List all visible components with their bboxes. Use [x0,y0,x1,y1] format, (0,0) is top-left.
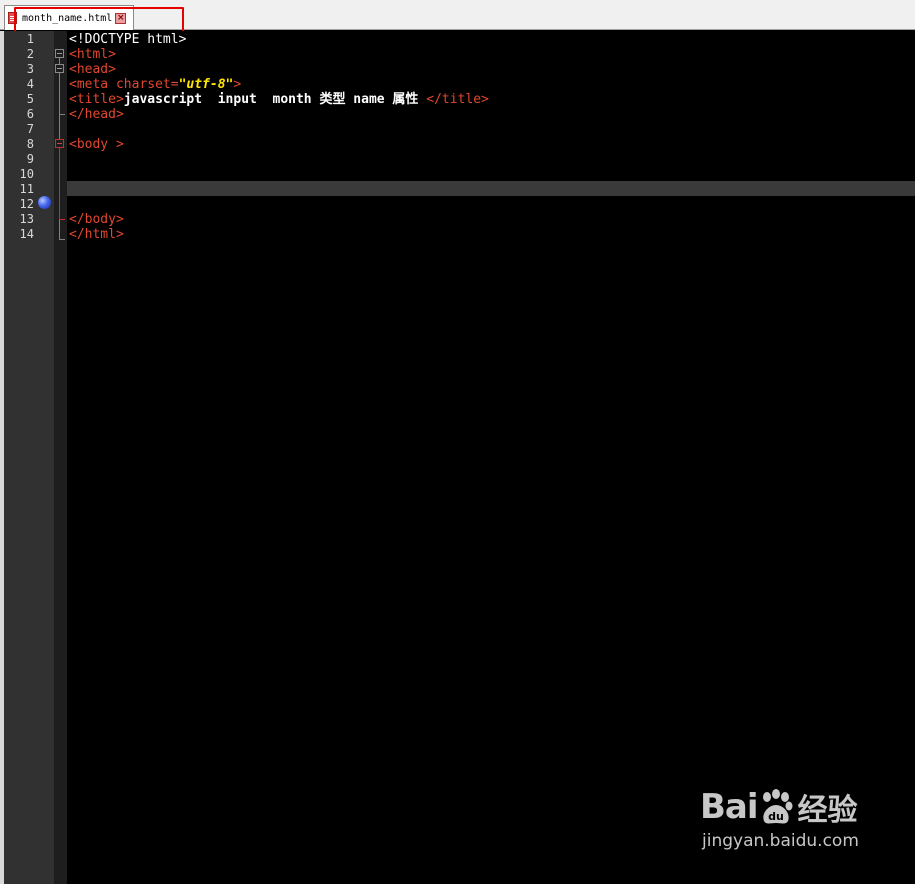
fold-margin[interactable] [54,31,67,884]
code-line-3: <head> [69,62,116,77]
code-line-2: <html> [69,47,116,62]
code-line-13: </body> [69,212,124,227]
head-close-tag: </head> [69,107,124,122]
code-line-5: <title>javascript input month 类型 name 属性… [69,92,489,107]
charset-value: "utf-8" [178,77,234,92]
line-number: 8 [26,137,34,151]
line-number: 3 [26,62,34,76]
head-open-tag: <head> [69,62,116,77]
line-number: 5 [26,92,34,106]
tab-close-icon[interactable]: × [115,12,127,24]
meta-tag-open: <meta charset= [69,77,179,92]
body-close-tag: </body> [69,212,124,227]
html-close-tag: </html> [69,227,124,242]
code-line-8: <body > [69,137,124,152]
html-open-tag: <html> [69,47,116,62]
line-number: 12 [19,197,34,211]
line-number: 14 [19,227,34,241]
line-number: 2 [26,47,34,61]
html-file-icon [8,12,17,24]
tab-label: month_name.html [22,12,113,24]
title-text: javascript input month 类型 name 属性 [123,92,427,107]
line-number: 11 [19,182,34,196]
fold-line-body [59,148,60,220]
current-line-highlight [67,181,915,196]
code-editor[interactable] [67,31,915,884]
body-open-tag: <body > [69,137,124,152]
line-number: 1 [26,32,34,46]
line-number: 9 [26,152,34,166]
editor-window: month_name.html × 1 2 3 4 5 6 7 8 9 10 1… [0,0,915,884]
tab-month-name-html[interactable]: month_name.html × [4,5,134,30]
fold-end-head [59,114,65,115]
fold-minus-icon[interactable] [55,49,64,58]
meta-tag-close: > [233,77,242,92]
fold-end-html [59,239,65,240]
line-number: 7 [26,122,34,136]
code-line-4: <meta charset="utf-8"> [69,77,241,92]
doctype: <!DOCTYPE html> [69,32,187,47]
line-number: 4 [26,77,34,91]
fold-minus-icon[interactable] [55,64,64,73]
fold-end-body [59,219,65,220]
code-line-1: <!DOCTYPE html> [69,32,186,47]
code-line-6: </head> [69,107,124,122]
line-number: 6 [26,107,34,121]
title-close-tag: </title> [426,92,489,107]
line-number: 10 [19,167,34,181]
bookmark-icon[interactable] [38,196,51,209]
fold-minus-icon[interactable] [55,139,64,148]
title-open-tag: <title> [69,92,124,107]
line-number: 13 [19,212,34,226]
tab-bar: month_name.html × [0,0,915,30]
code-line-14: </html> [69,227,124,242]
